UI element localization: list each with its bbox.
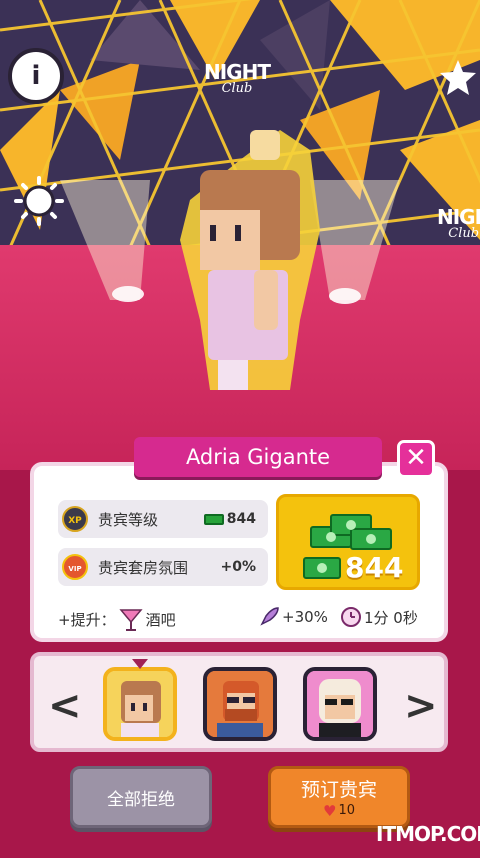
close-button[interactable]: ✕: [397, 440, 435, 478]
speed-bonus: +30%: [258, 606, 328, 628]
stat-vip-suite-atmosphere: VIP 贵宾套房氛围 +0%: [58, 548, 268, 586]
book-cost-value: 10: [338, 803, 355, 818]
xp-badge-text: XP: [68, 516, 82, 526]
vip-character: [180, 130, 320, 390]
stat-vip-level: XP 贵宾等级 844: [58, 500, 268, 538]
cash-icon: [203, 513, 224, 525]
guest-card[interactable]: [203, 667, 277, 741]
logo-right-primary-text: NIGH: [437, 205, 480, 229]
speed-bonus-value: +30%: [282, 608, 328, 626]
guest-card-selected[interactable]: [103, 667, 177, 741]
stat-label: 贵宾等级: [98, 510, 159, 529]
nightclub-logo: NIGHT Club: [204, 60, 271, 95]
stat-value-text: 844: [226, 511, 256, 527]
boost-venue: 酒吧: [145, 610, 176, 629]
heart-icon: ♥: [323, 801, 337, 820]
carousel-prev-button[interactable]: <: [48, 683, 82, 729]
info-button[interactable]: i: [8, 48, 64, 104]
light-toggle-icon[interactable]: [14, 176, 64, 226]
game-scene: i NIGHT Club NIGH Club Adria Gigante ✕: [0, 0, 480, 858]
boost-row: +提升： 酒吧: [58, 606, 176, 632]
stat-label: 贵宾套房氛围: [98, 558, 189, 577]
vip-name-banner: Adria Gigante: [134, 437, 382, 477]
xp-badge-icon: XP: [62, 506, 88, 532]
stat-value-text: +0%: [220, 559, 257, 575]
carousel-next-button[interactable]: >: [404, 683, 438, 729]
clock-icon: [341, 607, 361, 627]
cash-icon: [303, 557, 341, 579]
guest-avatar-woman-brown-hair: [107, 671, 173, 737]
close-icon: ✕: [405, 443, 427, 473]
boost-duration-value: 1分 0秒: [364, 608, 418, 627]
selected-indicator-icon: [132, 659, 148, 669]
book-vip-label: 预订贵宾: [300, 778, 377, 801]
logo-primary-text: NIGHT: [204, 60, 271, 84]
rocket-icon: [260, 607, 279, 626]
cash-stack-icon: [310, 514, 392, 550]
guest-card[interactable]: [303, 667, 377, 741]
watermark: ITMOP.COM: [376, 822, 480, 846]
info-icon: i: [31, 61, 41, 91]
guest-avatar-man-red-beard: [207, 671, 273, 737]
vip-badge-text: VIP: [68, 565, 81, 573]
nightclub-logo-right: NIGH Club: [437, 207, 480, 240]
reject-all-label: 全部拒绝: [107, 789, 175, 810]
cocktail-icon: [118, 609, 143, 631]
boost-duration: 1分 0秒: [340, 606, 418, 628]
reward-amount: 844: [345, 551, 404, 584]
reward-box: 844: [276, 494, 420, 590]
boost-prefix: +提升：: [58, 610, 116, 629]
book-cost: ♥ 10: [323, 802, 355, 820]
book-vip-button[interactable]: 预订贵宾 ♥ 10: [268, 766, 410, 828]
vip-name: Adria Gigante: [134, 437, 382, 477]
vip-badge-icon: VIP: [62, 554, 88, 580]
stat-value: 844: [203, 511, 256, 527]
reject-all-button[interactable]: 全部拒绝: [70, 766, 212, 828]
star-icon[interactable]: [440, 58, 476, 98]
guest-avatar-woman-blonde-sunglasses: [307, 671, 373, 737]
